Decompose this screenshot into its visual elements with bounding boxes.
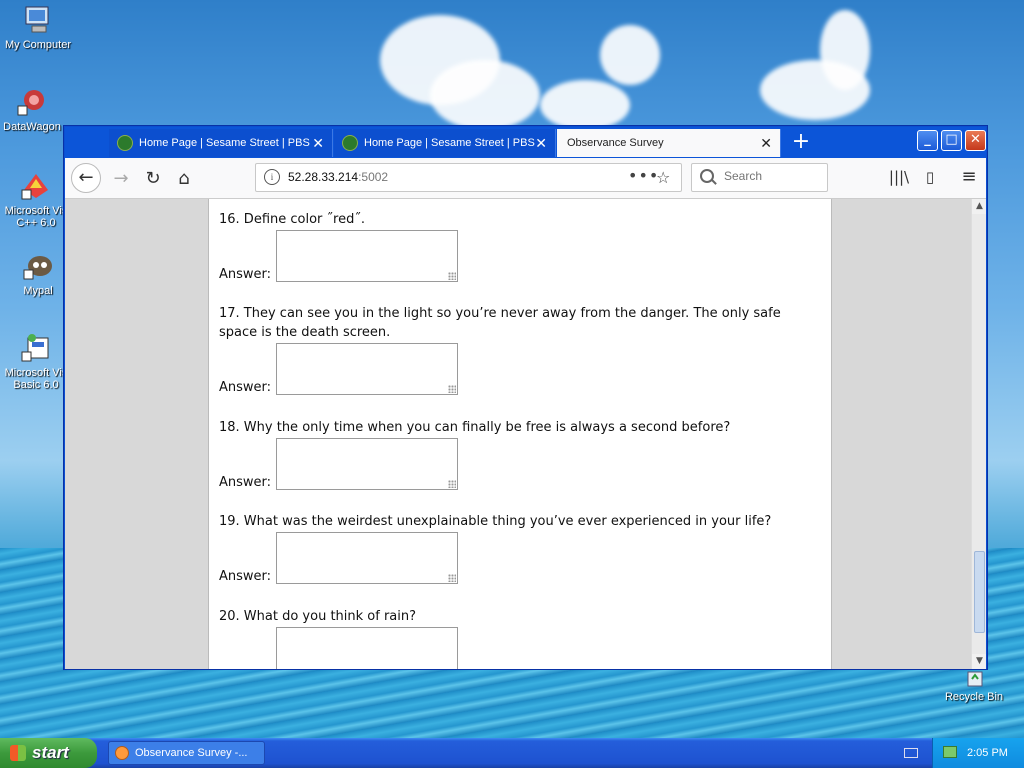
desktop-icon-label-line1: Microsoft Vis <box>4 205 68 217</box>
scroll-up-arrow-icon[interactable]: ▲ <box>972 199 986 214</box>
start-label: start <box>32 743 69 762</box>
tab-title: Home Page | Sesame Street | PBS <box>139 137 310 149</box>
survey-page: 16. Define color ˝red˝. Answer: 17. They… <box>208 199 832 669</box>
url-host: 52.28.33.214 <box>288 170 359 184</box>
back-button[interactable]: ← <box>71 163 101 193</box>
search-input[interactable] <box>722 168 826 184</box>
tab-close-icon[interactable]: ✕ <box>535 129 547 157</box>
answer-label: Answer: <box>219 267 272 282</box>
browser-window: Home Page | Sesame Street | PBS ✕ Home P… <box>63 125 988 670</box>
recycle-bin-icon <box>958 670 990 688</box>
desktop-icon-visual-cpp[interactable]: Microsoft Vis C++ 6.0 <box>0 170 72 229</box>
resize-grip-icon[interactable] <box>448 272 456 280</box>
start-button[interactable]: start <box>0 738 97 768</box>
tab-sesame-street-1[interactable]: Home Page | Sesame Street | PBS ✕ <box>109 129 333 157</box>
taskbar-item-label: Observance Survey -... <box>135 747 248 759</box>
close-window-button[interactable]: ✕ <box>965 130 986 151</box>
visual-cpp-icon <box>20 170 52 202</box>
desktop-icon-recycle-bin[interactable]: Recycle Bin <box>938 670 1010 703</box>
resize-grip-icon[interactable] <box>448 480 456 488</box>
cloud <box>540 80 630 130</box>
question-16: 16. Define color ˝red˝. <box>219 212 365 227</box>
resize-grip-icon[interactable] <box>448 385 456 393</box>
answer-label: Answer: <box>219 475 272 490</box>
home-button[interactable]: ⌂ <box>170 165 198 193</box>
desktop-icon-label-line2: C++ 6.0 <box>16 217 56 229</box>
desktop-icon-visual-basic[interactable]: Microsoft Vis Basic 6.0 <box>0 332 72 391</box>
sidebar-icon[interactable]: ▯ <box>918 165 942 189</box>
taskbar: start Observance Survey -... 2:05 PM <box>0 738 1024 768</box>
desktop-icon-label-line2: Basic 6.0 <box>13 379 59 391</box>
library-icon[interactable]: |||\ <box>887 165 911 189</box>
scroll-down-arrow-icon[interactable]: ▼ <box>972 654 986 669</box>
answer-label: Answer: <box>219 380 272 395</box>
answer-18-field[interactable] <box>276 438 458 490</box>
desktop-icon-label: My Computer <box>4 39 72 51</box>
answer-20-field[interactable] <box>276 627 458 669</box>
forward-button[interactable]: → <box>107 165 135 193</box>
page-viewport: 16. Define color ˝red˝. Answer: 17. They… <box>65 199 986 669</box>
visual-basic-icon <box>20 332 52 364</box>
answer-label: Answer: <box>219 569 272 584</box>
question-19: 19. What was the weirdest unexplainable … <box>219 514 772 529</box>
site-info-icon[interactable]: i <box>264 169 280 185</box>
search-icon <box>700 169 714 183</box>
system-tray: 2:05 PM <box>932 738 1024 768</box>
tab-title: Observance Survey <box>567 137 664 149</box>
tab-bar: Home Page | Sesame Street | PBS ✕ Home P… <box>65 127 986 158</box>
desktop-icon-datawagon[interactable]: DataWagon <box>0 86 68 133</box>
windows-logo-icon <box>10 745 26 761</box>
search-box[interactable] <box>691 163 828 192</box>
browser-app-icon <box>115 746 129 760</box>
vertical-scrollbar[interactable]: ▲ ▼ <box>971 199 986 669</box>
tab-title: Home Page | Sesame Street | PBS <box>364 137 535 149</box>
tab-observance-survey[interactable]: Observance Survey ✕ <box>557 129 781 157</box>
desktop-icon-label-line1: Microsoft Vis <box>4 367 68 379</box>
answer-17-field[interactable] <box>276 343 458 395</box>
url-text[interactable]: 52.28.33.214:5002 <box>288 164 388 191</box>
cloud <box>430 60 540 130</box>
navigation-toolbar: ← → ↻ ⌂ i 52.28.33.214:5002 ••• ☆ |||\ ▯… <box>65 158 986 199</box>
keyboard-icon[interactable] <box>904 748 918 758</box>
desktop-icon-label: DataWagon <box>3 121 61 133</box>
url-bar[interactable]: i 52.28.33.214:5002 ••• ☆ <box>255 163 682 192</box>
cloud <box>600 25 660 85</box>
hamburger-menu-icon[interactable]: ≡ <box>957 165 981 189</box>
url-port: :5002 <box>358 170 389 184</box>
minimize-button[interactable]: _ <box>917 130 938 151</box>
resize-grip-icon[interactable] <box>448 574 456 582</box>
tab-close-icon[interactable]: ✕ <box>312 129 324 157</box>
question-20: 20. What do you think of rain? <box>219 609 417 624</box>
pbs-favicon-icon <box>117 135 133 151</box>
computer-icon <box>22 4 54 36</box>
taskbar-item-observance-survey[interactable]: Observance Survey -... <box>108 741 265 765</box>
reload-button[interactable]: ↻ <box>139 165 167 193</box>
maximize-button[interactable]: □ <box>941 130 962 151</box>
tab-close-icon[interactable]: ✕ <box>760 129 772 157</box>
question-18: 18. Why the only time when you can final… <box>219 420 731 435</box>
clock[interactable]: 2:05 PM <box>967 738 1008 768</box>
pbs-favicon-icon <box>342 135 358 151</box>
desktop-icon-my-computer[interactable]: My Computer <box>2 4 74 51</box>
tab-sesame-street-2[interactable]: Home Page | Sesame Street | PBS ✕ <box>334 129 556 157</box>
answer-16-field[interactable] <box>276 230 458 282</box>
network-icon[interactable] <box>943 746 957 758</box>
mypal-icon <box>22 250 54 282</box>
bookmark-star-icon[interactable]: ☆ <box>656 164 670 191</box>
answer-19-field[interactable] <box>276 532 458 584</box>
new-tab-button[interactable]: + <box>787 129 815 157</box>
question-17: 17. They can see you in the light so you… <box>219 306 781 340</box>
desktop-icon-label: Recycle Bin <box>944 691 1004 703</box>
cloud <box>760 60 870 120</box>
scrollbar-thumb[interactable] <box>974 551 985 633</box>
page-actions-icon[interactable]: ••• <box>628 164 659 188</box>
datawagon-icon <box>16 86 48 118</box>
